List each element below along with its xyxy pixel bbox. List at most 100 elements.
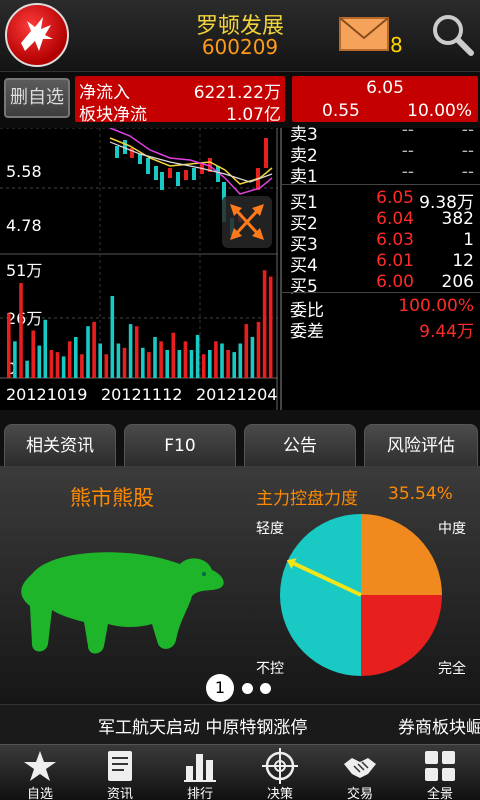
- bear-stock-title: 熊市熊股: [70, 486, 154, 510]
- volume-bar: [110, 296, 115, 378]
- page-indicator[interactable]: 1: [206, 674, 276, 702]
- volume-bar: [74, 337, 78, 378]
- nav-ranking[interactable]: 排行: [160, 745, 240, 800]
- capital-flow-box: 净流入 6221.22万 板块净流 1.07亿: [75, 76, 285, 125]
- bid-row: 买3 6.03 1: [290, 230, 474, 255]
- volume-bar: [37, 345, 42, 378]
- volume-bar: [116, 343, 121, 378]
- volume-bar: [128, 324, 133, 378]
- page-dot-active[interactable]: 1: [206, 674, 234, 702]
- volume-bar: [49, 350, 54, 378]
- volume-bar: [25, 360, 29, 378]
- mail-icon[interactable]: [338, 14, 390, 54]
- volume-axis-label-mid: 26万: [6, 309, 42, 328]
- fullscreen-button[interactable]: [222, 196, 272, 248]
- kline-chart[interactable]: 5.58 4.78 51万 26万 0 20121019 20121112 20…: [0, 128, 278, 410]
- pie-slice-medium: [361, 514, 442, 595]
- volume-bar: [43, 319, 48, 378]
- control-pie-chart: [280, 514, 442, 676]
- kline-svg: 5.58 4.78 51万 26万 0 20121019 20121112 20…: [0, 128, 278, 410]
- order-book: 卖3 -- -- 卖2 -- -- 卖1 -- -- 买1 6.05 9.38万…: [280, 120, 480, 410]
- ticker-headline-next[interactable]: 券商板块崛: [398, 713, 480, 738]
- bid-row: 买5 6.00 206: [290, 272, 474, 297]
- ticker-headline[interactable]: 军工航天启动 中原特钢涨停: [98, 713, 307, 738]
- price-change-pct: 10.00%: [407, 101, 472, 121]
- control-strength-value: 35.54%: [388, 484, 453, 504]
- volume-bar: [159, 341, 163, 378]
- volume-bar: [220, 343, 224, 378]
- nav-trade[interactable]: 交易: [320, 745, 400, 800]
- volume-bar: [183, 341, 188, 378]
- volume-bar: [201, 354, 206, 378]
- book-divider: [282, 292, 480, 293]
- volume-bar: [104, 354, 109, 378]
- date-label-start: 20121019: [6, 385, 87, 404]
- tab-bar: 相关资讯 F10 公告 风险评估: [0, 410, 480, 466]
- volume-bar: [61, 356, 66, 378]
- pegasus-icon: [21, 17, 53, 51]
- nav-news[interactable]: 资讯: [80, 745, 160, 800]
- ask-row: 卖1 -- --: [290, 162, 474, 187]
- bid-row: 买4 6.01 12: [290, 251, 474, 276]
- crosshair-icon: [262, 748, 298, 784]
- tab-related-news[interactable]: 相关资讯: [4, 424, 116, 466]
- page-dot[interactable]: [260, 683, 271, 694]
- volume-bar: [86, 326, 90, 378]
- commission-ratio-row: 委比 100.00%: [290, 296, 474, 321]
- nav-overview[interactable]: 全景: [400, 745, 480, 800]
- nav-decision[interactable]: 决策: [240, 745, 320, 800]
- volume-bar: [165, 350, 169, 378]
- bid-row: 买1 6.05 9.38万: [290, 188, 474, 213]
- volume-bar: [147, 352, 151, 378]
- mail-count-badge: 8: [390, 33, 403, 57]
- volume-bar: [134, 326, 139, 378]
- volume-bar: [122, 347, 127, 378]
- page-dot[interactable]: [242, 683, 253, 694]
- volume-bar: [55, 352, 60, 378]
- date-label-end: 20121204: [196, 385, 277, 404]
- volume-bar: [250, 337, 255, 378]
- volume-bar: [31, 330, 35, 378]
- volume-bar: [238, 343, 243, 378]
- price-axis-label-high: 5.58: [6, 162, 42, 181]
- pegasus-logo-button[interactable]: [5, 3, 69, 67]
- grid-icon: [425, 751, 455, 781]
- volume-bar: [67, 341, 72, 378]
- search-icon[interactable]: [428, 10, 476, 58]
- news-ticker[interactable]: 军工航天启动 中原特钢涨停 券商板块崛: [0, 704, 480, 744]
- volume-bar: [19, 283, 23, 378]
- star-icon: [24, 751, 56, 781]
- bear-icon: [21, 552, 224, 654]
- volume-bar: [98, 343, 102, 378]
- book-divider: [282, 184, 480, 185]
- ask-row: 卖2 -- --: [290, 141, 474, 166]
- nav-favorites[interactable]: 自选: [0, 745, 80, 800]
- date-label-mid: 20121112: [101, 385, 182, 404]
- volume-bar: [13, 341, 17, 378]
- volume-bar: [226, 350, 230, 378]
- pie-slice-light: [280, 514, 361, 676]
- volume-bar: [208, 350, 212, 378]
- pie-slice-full: [361, 595, 442, 676]
- price-box: 6.05 0.55 10.00%: [292, 76, 478, 122]
- volume-bar: [7, 313, 11, 378]
- volume-bar: [189, 350, 194, 378]
- tab-risk-assessment[interactable]: 风险评估: [364, 424, 478, 466]
- volume-bar: [92, 321, 96, 378]
- tab-f10[interactable]: F10: [124, 424, 236, 466]
- volume-bars: [7, 270, 273, 378]
- current-price: 6.05: [366, 78, 404, 98]
- volume-bar: [171, 332, 176, 378]
- volume-bar: [80, 354, 84, 378]
- bar-chart-icon: [184, 754, 216, 782]
- volume-bar: [195, 334, 200, 378]
- price-change: 0.55: [322, 101, 360, 121]
- bid-row: 买2 6.04 382: [290, 209, 474, 234]
- handshake-icon: [344, 758, 376, 778]
- risk-panel: 熊市熊股 主力控盘力度 35.54% 轻度 中度 不控 完全 1: [0, 466, 480, 704]
- sector-flow-label: 板块净流: [79, 105, 147, 125]
- control-strength-title: 主力控盘力度: [256, 489, 358, 509]
- volume-axis-label-max: 51万: [6, 261, 42, 280]
- delete-favorite-button[interactable]: 删自选: [4, 78, 70, 118]
- tab-announcements[interactable]: 公告: [244, 424, 356, 466]
